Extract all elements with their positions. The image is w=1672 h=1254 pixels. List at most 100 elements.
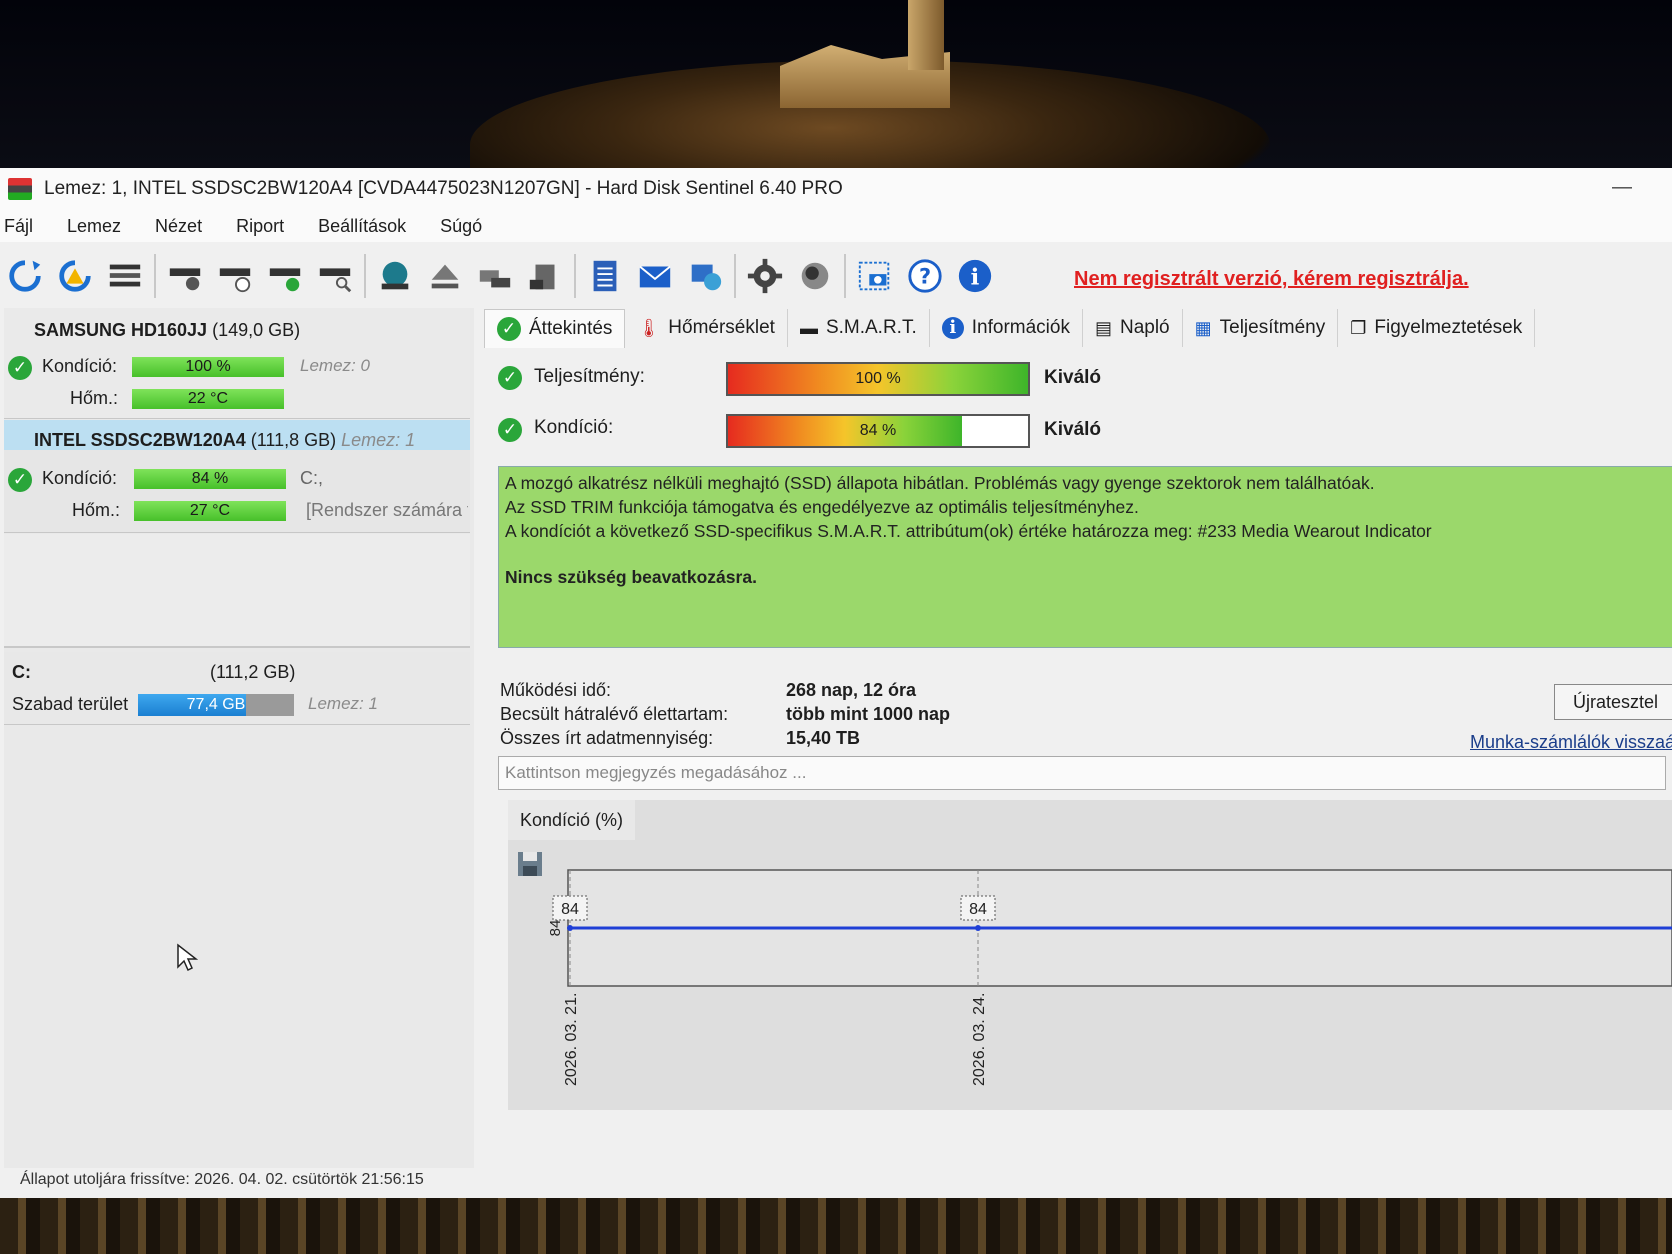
disk-title: SAMSUNG HD160JJ (149,0 GB) <box>34 320 301 340</box>
condition-bar: 100 % <box>132 357 284 377</box>
tab-log[interactable]: ▤ Napló <box>1083 309 1183 347</box>
menu-bar: Fájl Lemez Nézet Riport Beállítások Súgó <box>0 210 1672 242</box>
tab-performance[interactable]: ▦ Teljesítmény <box>1183 309 1339 347</box>
chart-data-label: 84 <box>969 901 987 918</box>
temp-label: Hőm.: <box>72 500 121 520</box>
menu-disk[interactable]: Lemez <box>67 216 121 237</box>
toolbar-separator <box>364 254 366 298</box>
status-line: Az SSD TRIM funkciója támogatva és enged… <box>505 497 1139 517</box>
minimize-button[interactable]: — <box>1612 176 1632 199</box>
performance-rating: Kiváló <box>1044 367 1102 388</box>
retest-button[interactable]: Újratesztel <box>1554 684 1672 720</box>
gear-icon[interactable] <box>745 256 785 296</box>
tab-information[interactable]: i Információk <box>930 309 1083 347</box>
info-icon[interactable]: i <box>955 256 995 296</box>
chart-data-label: 84 <box>561 901 579 918</box>
register-link[interactable]: Nem regisztrált verzió, kérem regisztrál… <box>1074 268 1469 291</box>
chart-point <box>975 925 981 931</box>
tab-smart[interactable]: ▬ S.M.A.R.T. <box>788 309 930 347</box>
svg-text:i: i <box>971 265 980 291</box>
volume-disk-ref: Lemez: 1 <box>308 694 378 713</box>
condition-rating: Kiváló <box>1044 419 1102 440</box>
chart-point <box>567 925 573 931</box>
check-icon: ✓ <box>498 418 522 442</box>
performance-label: Teljesítmény: <box>534 366 645 387</box>
lifetime-value: több mint 1000 nap <box>786 704 951 724</box>
wallpaper-tower <box>908 0 944 70</box>
reset-counters-link[interactable]: Munka-számlálók visszaá <box>1470 732 1672 753</box>
disk-search-icon[interactable] <box>315 256 355 296</box>
thermometer-icon: 🌡 <box>637 317 661 338</box>
menu-report[interactable]: Riport <box>236 216 284 237</box>
title-bar[interactable]: Lemez: 1, INTEL SSDSC2BW120A4 [CVDA44750… <box>0 168 1672 210</box>
app-icon <box>8 178 32 200</box>
email-icon[interactable] <box>635 256 675 296</box>
backup-icon[interactable] <box>525 256 565 296</box>
alerts-icon: ❐ <box>1350 317 1367 338</box>
window-title: Lemez: 1, INTEL SSDSC2BW120A4 [CVDA44750… <box>44 178 843 199</box>
disk-icon: ▬ <box>799 317 818 338</box>
tab-alerts[interactable]: ❐ Figyelmeztetések <box>1338 309 1536 347</box>
info-icon: i <box>941 317 964 339</box>
refresh-icon[interactable] <box>5 256 45 296</box>
disk-list-empty <box>4 534 470 648</box>
temp-bar: 27 °C <box>134 501 286 521</box>
system-note: [Rendszer számára f <box>306 500 468 520</box>
disk-card-samsung[interactable]: SAMSUNG HD160JJ (149,0 GB) ✓ Kondíció: 1… <box>4 308 470 419</box>
condition-label: Kondíció: <box>534 417 614 438</box>
free-space-value: 77,4 GB <box>186 696 246 713</box>
disk-title: INTEL SSDSC2BW120A4 (111,8 GB) Lemez: 1 <box>34 430 416 450</box>
condition-label: Kondíció: <box>42 468 118 488</box>
disk-test-icon[interactable] <box>165 256 205 296</box>
disk-ref: Lemez: 0 <box>300 356 370 375</box>
help-icon[interactable]: ? <box>905 256 945 296</box>
svg-text:?: ? <box>919 265 931 289</box>
partition-ref: C:, <box>300 468 324 488</box>
uptime-label: Működési idő: <box>500 680 612 700</box>
uptime-value: 268 nap, 12 óra <box>786 680 917 700</box>
written-value: 15,40 TB <box>786 728 861 748</box>
status-line: A kondíciót a következő SSD-specifikus S… <box>505 521 1432 541</box>
note-input[interactable]: Kattintson megjegyzés megadásához ... <box>498 756 1666 790</box>
disk-check-icon[interactable] <box>265 256 305 296</box>
volume-size: (111,2 GB) <box>210 662 296 682</box>
toolbar-separator <box>574 254 576 298</box>
details-panel: ✓ Áttekintés 🌡 Hőmérséklet ▬ S.M.A.R.T. i In… <box>484 308 1672 1168</box>
check-icon: ✓ <box>8 468 32 492</box>
screenshot-icon[interactable] <box>855 256 895 296</box>
tab-temperature[interactable]: 🌡 Hőmérséklet <box>625 309 788 347</box>
written-label: Összes írt adatmennyiség: <box>500 728 714 748</box>
tab-bar: ✓ Áttekintés 🌡 Hőmérséklet ▬ S.M.A.R.T. i In… <box>484 308 1672 348</box>
volume-card[interactable]: C: (111,2 GB) Szabad terület 77,4 GB Lem… <box>4 652 470 725</box>
refresh-warning-icon[interactable] <box>55 256 95 296</box>
condition-chart-panel: Kondíció (%) 84 2026. 03. 21. 84 2026. 03. … <box>508 800 1672 1110</box>
chart-x-tick-label: 2026. 03. 24. <box>971 993 988 1086</box>
report-icon[interactable] <box>585 256 625 296</box>
disk-card-intel[interactable]: INTEL SSDSC2BW120A4 (111,8 GB) Lemez: 1 … <box>4 420 470 533</box>
clone-disk-icon[interactable] <box>475 256 515 296</box>
network-report-icon[interactable] <box>685 256 725 296</box>
tab-overview[interactable]: ✓ Áttekintés <box>484 308 626 348</box>
menu-settings[interactable]: Beállítások <box>318 216 406 237</box>
app-window: Lemez: 1, INTEL SSDSC2BW120A4 [CVDA44750… <box>0 168 1672 1198</box>
menu-view[interactable]: Nézet <box>155 216 202 237</box>
status-description: A mozgó alkatrész nélküli meghajtó (SSD)… <box>498 466 1672 648</box>
performance-chart-icon: ▦ <box>1194 317 1212 338</box>
performance-value: 100 % <box>855 370 901 387</box>
check-icon: ✓ <box>8 356 32 380</box>
status-line: A mozgó alkatrész nélküli meghajtó (SSD)… <box>505 473 1375 493</box>
menu-help[interactable]: Súgó <box>440 216 482 237</box>
wallpaper-top <box>0 0 1672 168</box>
condition-bar: 84 % <box>134 469 286 489</box>
disk-list-icon[interactable] <box>105 256 145 296</box>
menu-file[interactable]: Fájl <box>4 216 33 237</box>
toolbar-separator <box>154 254 156 298</box>
condition-value: 84 % <box>859 422 897 439</box>
eject-icon[interactable] <box>425 256 465 296</box>
document-icon: ▤ <box>1094 317 1112 338</box>
disk-clock-icon[interactable] <box>215 256 255 296</box>
lifetime-label: Becsült hátralévő élettartam: <box>500 704 729 724</box>
sound-icon[interactable] <box>795 256 835 296</box>
mouse-cursor-icon <box>177 943 198 972</box>
network-disk-icon[interactable] <box>375 256 415 296</box>
